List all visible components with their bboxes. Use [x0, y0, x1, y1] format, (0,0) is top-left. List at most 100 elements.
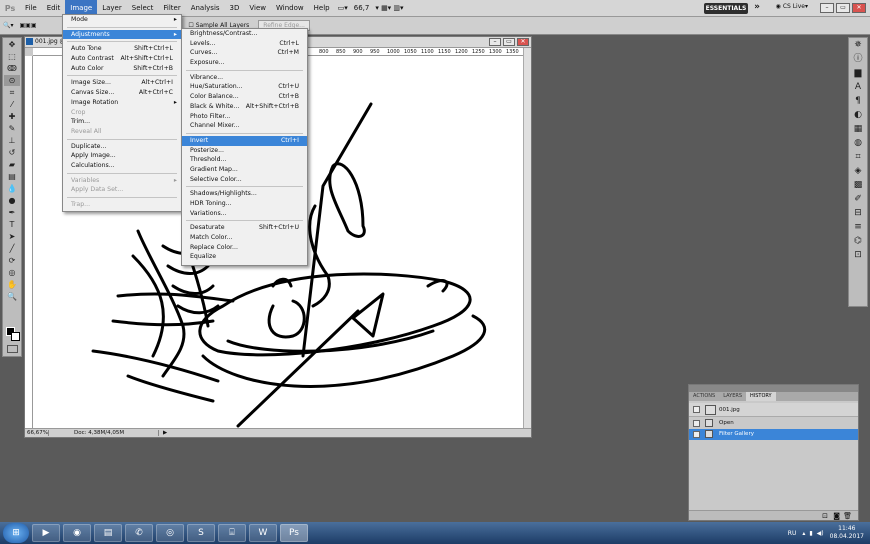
chrome-icon[interactable]: ◎ [156, 524, 184, 542]
minimize-button[interactable]: – [820, 3, 834, 13]
gradient-tool-icon[interactable]: ▤ [4, 171, 20, 182]
snapshot-brush-source-icon[interactable] [693, 406, 700, 413]
image-menu-item-apply-image[interactable]: Apply Image... [63, 151, 181, 161]
image-menu-item-mode[interactable]: Mode [63, 15, 181, 25]
blur-tool-icon[interactable]: 💧 [4, 183, 20, 194]
word-icon[interactable]: W [249, 524, 277, 542]
doc-minimize-button[interactable]: – [489, 38, 501, 46]
image-menu-item-auto-color[interactable]: Auto Color Shift+Ctrl+B [63, 64, 181, 74]
status-menu-arrow-icon[interactable]: ▶ [159, 430, 167, 436]
vertical-scrollbar[interactable] [523, 48, 531, 428]
info-icon[interactable]: ⓘ [849, 52, 867, 66]
dodge-tool-icon[interactable]: ● [4, 195, 20, 206]
menu-file[interactable]: File [20, 0, 42, 17]
history-brush-source-box[interactable] [693, 431, 700, 438]
crop-tool-icon[interactable]: ⌗ [4, 87, 20, 98]
background-color-swatch[interactable] [11, 332, 20, 341]
history-state[interactable]: Open [689, 418, 858, 429]
zoom-tool-icon[interactable]: 🔍 [4, 291, 20, 302]
adjustments-item-posterize[interactable]: Posterize... [182, 146, 307, 156]
adjustments-item-levels[interactable]: Levels... Ctrl+L [182, 39, 307, 49]
tab-history[interactable]: HISTORY [746, 392, 776, 401]
channels-icon[interactable]: ⌬ [849, 234, 867, 248]
marquee-tool-icon[interactable]: ⬚ [4, 51, 20, 62]
adjustments-item-color-balance[interactable]: Color Balance... Ctrl+B [182, 92, 307, 102]
selection-mode-icons[interactable]: ▣▣▣ [16, 22, 39, 29]
doc-close-button[interactable]: ✕ [517, 38, 529, 46]
adjustments-item-photo-filter[interactable]: Photo Filter... [182, 112, 307, 122]
scanner-icon[interactable]: ⌸ [218, 524, 246, 542]
adjustments-item-channel-mixer[interactable]: Channel Mixer... [182, 121, 307, 131]
adjustments-item-hdr-toning[interactable]: HDR Toning... [182, 199, 307, 209]
history-brush-icon[interactable]: ↺ [4, 147, 20, 158]
history-snapshot[interactable]: 001.jpg [689, 403, 858, 417]
type-tool-icon[interactable]: T [4, 219, 20, 230]
image-menu-item-canvas-size[interactable]: Canvas Size... Alt+Ctrl+C [63, 88, 181, 98]
skype-icon[interactable]: S [187, 524, 215, 542]
histogram-icon[interactable]: ▆ [849, 66, 867, 80]
character-icon[interactable]: A [849, 80, 867, 94]
adjustments-item-invert[interactable]: Invert Ctrl+I [182, 135, 307, 146]
eyedropper-tool-icon[interactable]: ⁄ [4, 99, 20, 110]
swatches-icon[interactable]: ▦ [849, 122, 867, 136]
workspace-essentials-button[interactable]: ESSENTIALS [704, 3, 748, 14]
status-zoom-field[interactable]: 66,67% [25, 430, 49, 436]
healing-brush-icon[interactable]: ✚ [4, 111, 20, 122]
adjustments-item-shadows-highlights[interactable]: Shadows/Highlights... [182, 189, 307, 199]
3d-camera-icon[interactable]: ◎ [4, 267, 20, 278]
adjustments-item-hue-saturation[interactable]: Hue/Saturation... Ctrl+U [182, 82, 307, 92]
image-menu-item-duplicate[interactable]: Duplicate... [63, 142, 181, 152]
adjustments-item-vibrance[interactable]: Vibrance... [182, 73, 307, 83]
menu-analysis[interactable]: Analysis [186, 0, 225, 17]
lasso-tool-icon[interactable]: ↂ [4, 63, 20, 74]
volume-icon[interactable]: ◀) [817, 530, 824, 537]
maximize-button[interactable]: ▭ [836, 3, 850, 13]
clone-source-icon[interactable]: ⊟ [849, 206, 867, 220]
image-menu-item-auto-tone[interactable]: Auto Tone Shift+Ctrl+L [63, 44, 181, 54]
photoshop-taskbar-icon[interactable]: Ps [280, 524, 308, 542]
tool-preset-icon[interactable]: 🔍▾ [0, 22, 16, 29]
adjustments-item-exposure[interactable]: Exposure... [182, 58, 307, 68]
adjustments-item-match-color[interactable]: Match Color... [182, 233, 307, 243]
brush-tool-icon[interactable]: ✎ [4, 123, 20, 134]
language-indicator[interactable]: RU [788, 530, 797, 537]
firefox-icon[interactable]: ◉ [63, 524, 91, 542]
styles-icon[interactable]: ◍ [849, 136, 867, 150]
adjustments-item-curves[interactable]: Curves... Ctrl+M [182, 48, 307, 58]
shape-tool-icon[interactable]: ╱ [4, 243, 20, 254]
new-document-from-state-icon[interactable]: ⊡ [822, 512, 828, 520]
history-brush-source-box[interactable] [693, 420, 700, 427]
image-menu-item-image-size[interactable]: Image Size... Alt+Ctrl+I [63, 78, 181, 88]
screen-mode-icon[interactable]: ▭▾ [338, 4, 348, 12]
paths-icon[interactable]: ⊡ [849, 248, 867, 262]
close-button[interactable]: ✕ [852, 3, 866, 13]
network-icon[interactable]: ▮ [809, 530, 812, 537]
image-menu-item-trim[interactable]: Trim... [63, 117, 181, 127]
delete-state-icon[interactable]: 🗑 [843, 512, 852, 520]
layers-icon[interactable]: ≡ [849, 220, 867, 234]
quick-select-tool-icon[interactable]: ⊙ [4, 75, 20, 86]
masks-icon[interactable]: ▩ [849, 178, 867, 192]
doc-maximize-button[interactable]: ▭ [503, 38, 515, 46]
tab-layers[interactable]: LAYERS [719, 392, 746, 401]
menu-view[interactable]: View [244, 0, 271, 17]
adjustments-item-variations[interactable]: Variations... [182, 209, 307, 219]
more-workspaces-icon[interactable]: » [754, 2, 760, 12]
start-button[interactable]: ⊞ [3, 523, 29, 543]
adjustments-item-desaturate[interactable]: Desaturate Shift+Ctrl+U [182, 223, 307, 233]
transform-icon[interactable]: ⌗ [849, 150, 867, 164]
adjustments-item-black-white[interactable]: Black & White... Alt+Shift+Ctrl+B [182, 102, 307, 112]
menu-help[interactable]: Help [309, 0, 335, 17]
move-tool-icon[interactable]: ✥ [4, 39, 20, 50]
brush-presets-icon[interactable]: ✐ [849, 192, 867, 206]
new-snapshot-icon[interactable]: ◙ [833, 512, 840, 520]
adjustments-item-threshold[interactable]: Threshold... [182, 155, 307, 165]
image-menu-item-image-rotation[interactable]: Image Rotation [63, 98, 181, 108]
3d-rotate-icon[interactable]: ⟳ [4, 255, 20, 266]
path-select-icon[interactable]: ➤ [4, 231, 20, 242]
image-menu-item-calculations[interactable]: Calculations... [63, 161, 181, 171]
quick-mask-icon[interactable] [7, 345, 18, 353]
clock[interactable]: 11:46 08.04.2017 [830, 525, 864, 541]
adjustments-item-replace-color[interactable]: Replace Color... [182, 243, 307, 253]
menu-window[interactable]: Window [271, 0, 309, 17]
